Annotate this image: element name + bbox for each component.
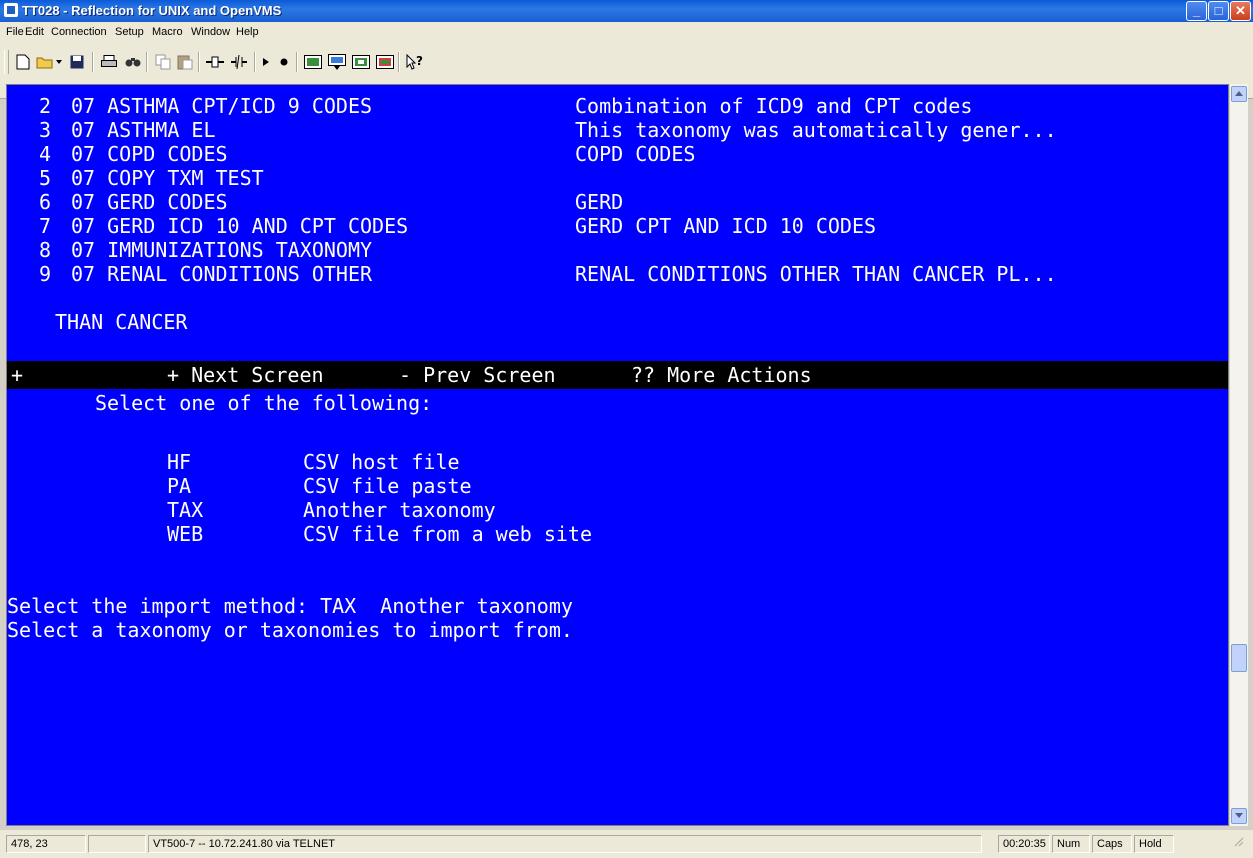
open-dropdown-icon[interactable]: [54, 51, 64, 73]
list-item-name: 07 IMMUNIZATIONS TAXONOMY: [71, 238, 373, 262]
menu-window[interactable]: Window: [191, 26, 230, 38]
toolbar-grip[interactable]: [4, 50, 9, 74]
list-item-description: COPD CODES: [575, 142, 696, 166]
list-item-name: 07 COPY TXM TEST: [71, 166, 264, 190]
save-icon[interactable]: [66, 51, 88, 73]
terminal-screen[interactable]: 2 07 ASTHMA CPT/ICD 9 CODES Combination …: [7, 85, 1228, 825]
svg-text:?: ?: [416, 54, 423, 68]
option-code[interactable]: TAX: [167, 498, 203, 522]
window-title: TT028 - Reflection for UNIX and OpenVMS: [22, 3, 282, 18]
new-icon[interactable]: [12, 51, 34, 73]
prev-screen-action[interactable]: - Prev Screen: [399, 363, 556, 387]
list-item-number: 5: [39, 166, 52, 190]
option-label: CSV file paste: [303, 474, 472, 498]
list-item-number: 2: [39, 94, 52, 118]
toolbar-separator: [92, 52, 94, 72]
disconnect-icon[interactable]: [228, 51, 250, 73]
app-icon[interactable]: [4, 3, 18, 17]
list-item-number: 7: [39, 214, 52, 238]
clock: 00:20:35: [998, 835, 1050, 853]
status-bar: 478, 23 VT500-7 -- 10.72.241.80 via TELN…: [0, 830, 1253, 858]
menu-file[interactable]: File: [6, 26, 24, 38]
print-icon[interactable]: [98, 51, 120, 73]
play-macro-icon[interactable]: [258, 51, 274, 73]
list-item-description: RENAL CONDITIONS OTHER THAN CANCER PL...: [575, 262, 1057, 286]
num-lock-indicator: Num: [1052, 835, 1090, 853]
record-macro-icon[interactable]: [276, 51, 292, 73]
keyboard-icon[interactable]: [326, 51, 348, 73]
list-item-number: 6: [39, 190, 52, 214]
menu-setup[interactable]: Setup: [115, 26, 144, 38]
list-item-number: 3: [39, 118, 52, 142]
option-code[interactable]: PA: [167, 474, 191, 498]
more-actions-action[interactable]: ?? More Actions: [631, 363, 812, 387]
cursor-position: 478, 23: [6, 835, 86, 853]
paste-icon[interactable]: [174, 51, 196, 73]
maximize-button[interactable]: □: [1208, 1, 1229, 21]
option-label: Another taxonomy: [303, 498, 496, 522]
find-icon[interactable]: [122, 51, 144, 73]
terminal-frame: 2 07 ASTHMA CPT/ICD 9 CODES Combination …: [6, 84, 1229, 826]
toolbar-separator: [398, 52, 400, 72]
menu-help[interactable]: Help: [236, 26, 259, 38]
option-code[interactable]: WEB: [167, 522, 203, 546]
list-item-number: 8: [39, 238, 52, 262]
scroll-thumb[interactable]: [1231, 644, 1247, 672]
list-item-name: 07 GERD ICD 10 AND CPT CODES: [71, 214, 409, 238]
list-item-name: 07 RENAL CONDITIONS OTHER: [71, 262, 373, 286]
connection-status: VT500-7 -- 10.72.241.80 via TELNET: [148, 835, 982, 853]
action-bar: + + Next Screen - Prev Screen ?? More Ac…: [7, 361, 1228, 389]
toolbar-separator: [198, 52, 200, 72]
vertical-scrollbar[interactable]: [1229, 84, 1248, 826]
settings-icon[interactable]: [302, 51, 324, 73]
menu-bar: File Edit Connection Setup Macro Window …: [0, 22, 1253, 42]
select-one-prompt: Select one of the following:: [95, 391, 433, 415]
list-item-number: 9: [39, 262, 52, 286]
select-taxonomy-prompt[interactable]: Select a taxonomy or taxonomies to impor…: [7, 618, 573, 642]
option-code[interactable]: HF: [167, 450, 191, 474]
scroll-down-icon[interactable]: [1231, 808, 1247, 824]
resize-grip-icon[interactable]: [1228, 835, 1246, 853]
minimize-button[interactable]: _: [1186, 1, 1207, 21]
menu-macro[interactable]: Macro: [152, 26, 183, 38]
list-item-description: This taxonomy was automatically gener...: [575, 118, 1057, 142]
next-screen-action[interactable]: + Next Screen: [167, 363, 324, 387]
list-item-description: GERD CPT AND ICD 10 CODES: [575, 214, 877, 238]
open-icon[interactable]: [34, 51, 56, 73]
list-item-name: 07 GERD CODES: [71, 190, 228, 214]
list-item-continuation: THAN CANCER: [55, 310, 188, 334]
list-item-description: GERD: [575, 190, 624, 214]
close-button[interactable]: ✕: [1230, 1, 1251, 21]
import-method-line: Select the import method: TAX Another ta…: [7, 594, 573, 618]
whats-this-icon[interactable]: ?: [404, 51, 426, 73]
list-item-number: 4: [39, 142, 52, 166]
list-item-description: Combination of ICD9 and CPT codes: [575, 94, 973, 118]
hold-indicator: Hold: [1134, 835, 1174, 853]
copy-icon[interactable]: [152, 51, 174, 73]
title-bar[interactable]: TT028 - Reflection for UNIX and OpenVMS …: [0, 0, 1253, 22]
more-items-marker: +: [11, 363, 24, 387]
status-blank-pane: [88, 835, 146, 853]
terminal-icon[interactable]: [374, 51, 396, 73]
option-label: CSV file from a web site: [303, 522, 592, 546]
toolbar-separator: [146, 52, 148, 72]
scroll-up-icon[interactable]: [1231, 86, 1247, 102]
menu-edit[interactable]: Edit: [25, 26, 44, 38]
list-item-name: 07 ASTHMA CPT/ICD 9 CODES: [71, 94, 373, 118]
toolbar-separator: [296, 52, 298, 72]
option-label: CSV host file: [303, 450, 460, 474]
connect-icon[interactable]: [204, 51, 226, 73]
list-item-name: 07 ASTHMA EL: [71, 118, 216, 142]
toolbar-separator: [254, 52, 256, 72]
list-item-name: 07 COPD CODES: [71, 142, 228, 166]
caps-lock-indicator: Caps: [1092, 835, 1132, 853]
menu-connection[interactable]: Connection: [51, 26, 107, 38]
display-icon[interactable]: [350, 51, 372, 73]
